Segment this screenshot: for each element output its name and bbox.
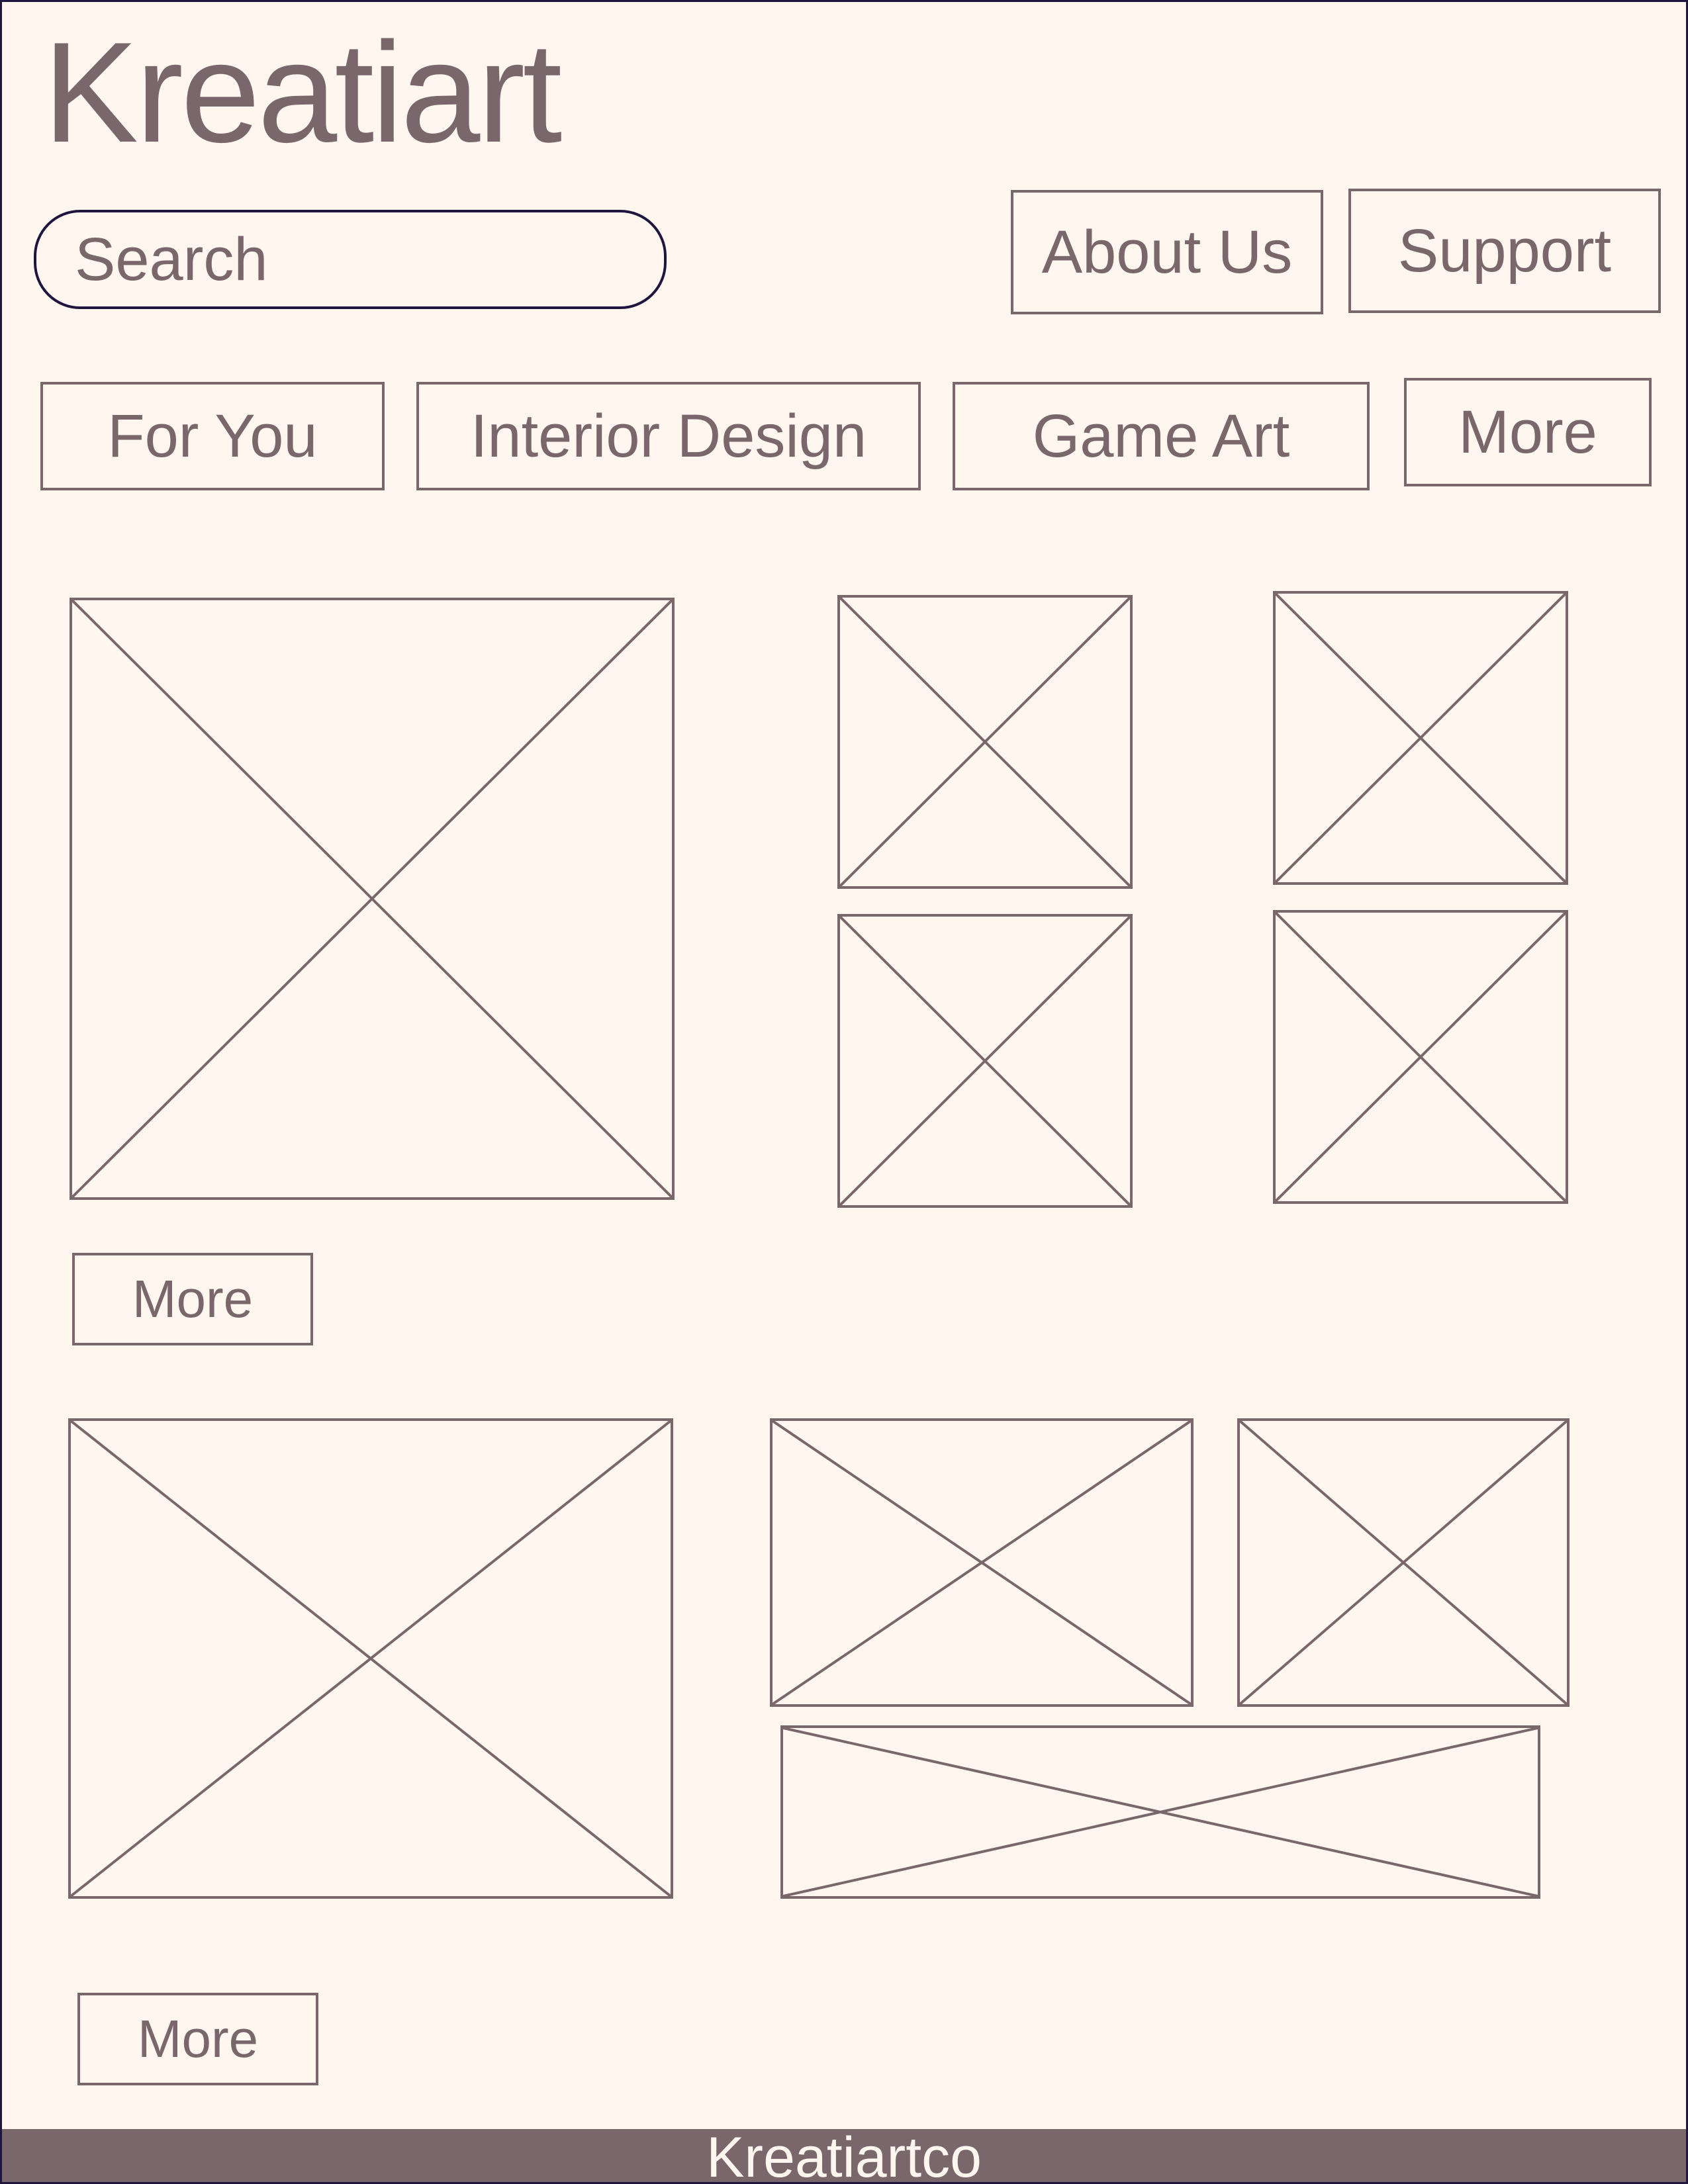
- footer: Kreatiartco: [2, 2129, 1686, 2182]
- image-placeholder[interactable]: [837, 914, 1133, 1208]
- tab-more[interactable]: More: [1404, 378, 1652, 486]
- tab-for-you[interactable]: For You: [40, 382, 385, 490]
- section-1-more-button[interactable]: More: [72, 1253, 313, 1345]
- tab-game-art[interactable]: Game Art: [953, 382, 1370, 490]
- support-button[interactable]: Support: [1348, 189, 1661, 313]
- image-placeholder[interactable]: [770, 1418, 1194, 1707]
- image-placeholder-icon: [1240, 1421, 1567, 1704]
- image-placeholder-icon: [71, 1421, 671, 1896]
- image-placeholder-icon: [783, 1728, 1538, 1896]
- search-box[interactable]: [34, 210, 667, 309]
- image-placeholder[interactable]: [1273, 591, 1568, 885]
- image-placeholder[interactable]: [70, 598, 675, 1200]
- image-placeholder-icon: [1276, 913, 1566, 1201]
- footer-text[interactable]: Kreatiartco: [706, 2129, 982, 2182]
- image-placeholder-icon: [773, 1421, 1191, 1704]
- image-placeholder[interactable]: [68, 1418, 673, 1899]
- page: Kreatiart About Us Support For You Inter…: [0, 0, 1688, 2184]
- image-placeholder-icon: [72, 600, 672, 1197]
- about-us-button[interactable]: About Us: [1011, 190, 1323, 314]
- image-placeholder-icon: [1276, 594, 1566, 882]
- image-placeholder-icon: [840, 917, 1130, 1205]
- logo[interactable]: Kreatiart: [43, 21, 562, 163]
- section-2-more-button[interactable]: More: [77, 1993, 318, 2085]
- image-placeholder[interactable]: [837, 595, 1133, 889]
- tab-interior-design[interactable]: Interior Design: [416, 382, 921, 490]
- image-placeholder[interactable]: [1237, 1418, 1570, 1707]
- image-placeholder-icon: [840, 598, 1130, 886]
- image-placeholder[interactable]: [1273, 910, 1568, 1204]
- image-placeholder[interactable]: [780, 1725, 1540, 1899]
- search-input[interactable]: [75, 224, 644, 295]
